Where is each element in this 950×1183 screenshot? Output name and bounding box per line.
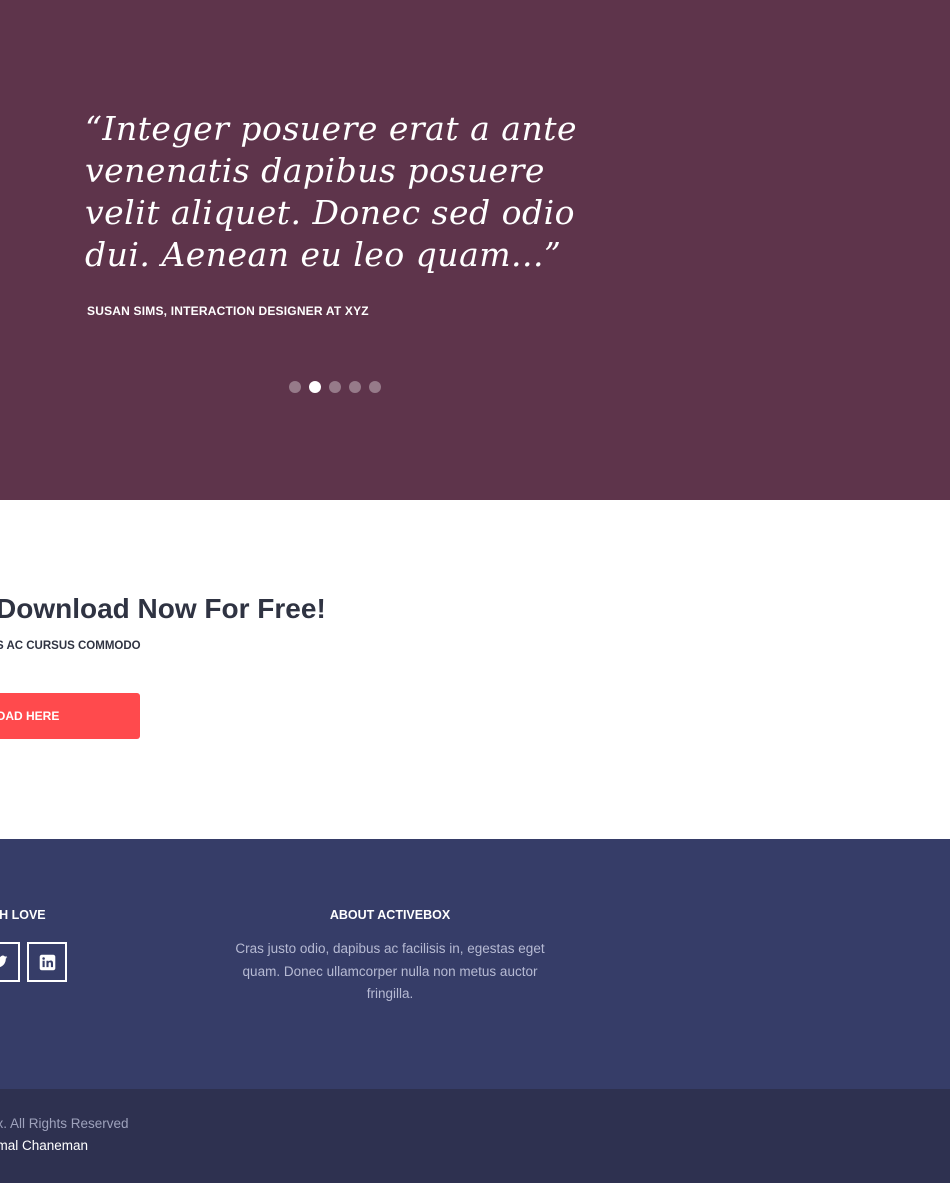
slider-pagination (289, 381, 381, 393)
slider-dot-5[interactable] (369, 381, 381, 393)
slider-dot-1[interactable] (289, 381, 301, 393)
footer-bottom-bar: Box. All Rights Reserved Kamal Chaneman (0, 1089, 950, 1183)
slider-dot-3[interactable] (329, 381, 341, 393)
footer-about-title: ABOUT ACTIVEBOX (329, 908, 451, 922)
testimonial-quote: “Integer posuere erat a ante venenatis d… (85, 109, 577, 274)
twitter-link[interactable] (0, 942, 20, 982)
designer-credit-link[interactable]: Kamal Chaneman (0, 1138, 88, 1153)
linkedin-icon (39, 954, 55, 970)
slider-dot-2[interactable] (309, 381, 321, 393)
download-section: Download Now For Free! S AC CURSUS COMMO… (0, 500, 950, 839)
footer-about-text: Cras justo odio, dapibus ac facilisis in… (235, 941, 545, 1001)
footer-love-title: ITH LOVE (0, 908, 46, 922)
testimonial-section: “Integer posuere erat a ante venenatis d… (0, 0, 950, 500)
download-button[interactable]: OAD HERE (0, 693, 140, 739)
slider-dot-4[interactable] (349, 381, 361, 393)
download-subtitle: S AC CURSUS COMMODO (0, 640, 141, 652)
download-title: Download Now For Free! (0, 593, 326, 624)
download-button-label: OAD HERE (0, 709, 60, 723)
twitter-icon (0, 955, 8, 968)
testimonial-author: SUSAN SIMS, INTERACTION DESIGNER AT XYZ (87, 304, 369, 318)
copyright-text: Box. All Rights Reserved (0, 1116, 129, 1131)
linkedin-link[interactable] (27, 942, 67, 982)
footer-widgets: ITH LOVE ABOUT ACTIVEBOX Cras justo odio… (0, 839, 950, 1089)
